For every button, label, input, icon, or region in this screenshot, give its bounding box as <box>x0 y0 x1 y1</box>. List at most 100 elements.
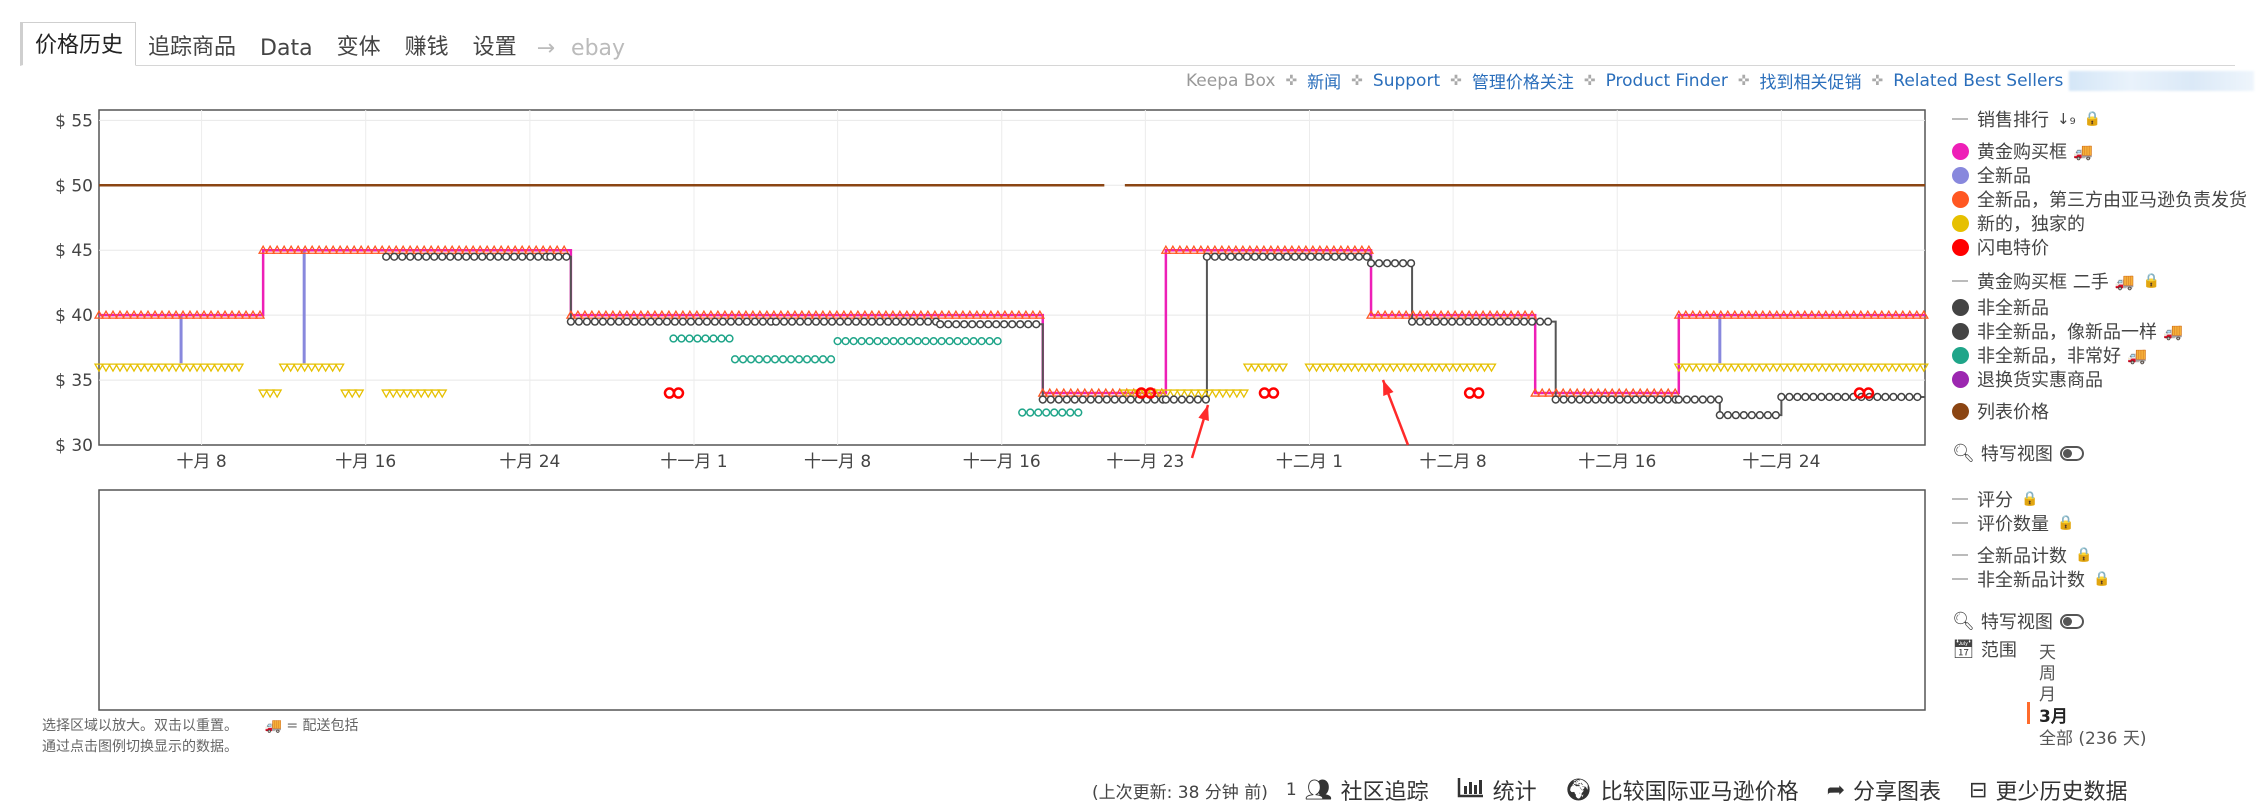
legend-sales-rank[interactable]: 销售排行 ↓₉ 🔒 <box>1952 106 2101 132</box>
community-tracking-button[interactable]: 👥︎ 社区追踪 <box>1305 774 1429 806</box>
circle-marker <box>590 317 600 326</box>
circle-marker <box>803 317 813 326</box>
circle-marker <box>1431 317 1441 326</box>
legend-label: 非全新品 <box>1977 298 2049 319</box>
used-markers <box>771 317 941 326</box>
circle-marker <box>1169 395 1179 404</box>
truck-icon: 🚚 <box>2163 321 2183 341</box>
community-count: 1 <box>1285 780 1297 800</box>
circle-marker <box>1354 252 1364 261</box>
circle-marker <box>598 317 608 326</box>
circle-marker <box>1094 395 1103 404</box>
circle-marker <box>406 252 415 261</box>
circle-marker <box>1714 395 1723 404</box>
circle-marker <box>622 317 632 326</box>
circle-marker <box>1706 395 1715 404</box>
legend-warehouse-deals[interactable]: 退换货实惠商品 <box>1952 366 2103 392</box>
circle-marker <box>1282 252 1292 261</box>
range-all[interactable]: 全部 (236 天) <box>2039 724 2147 749</box>
circle-marker <box>414 252 423 261</box>
legend-used-very-good[interactable]: 非全新品，非常好 🚚 <box>1952 342 2147 368</box>
lock-icon: 🔒 <box>2083 111 2102 127</box>
legend-used-offer-count[interactable]: 非全新品计数 🔒 <box>1952 566 2110 592</box>
circle-marker <box>1607 395 1616 404</box>
legend-new-exclusive[interactable]: 新的，独家的 <box>1952 210 2085 236</box>
circle-marker <box>758 317 768 326</box>
circle-marker <box>546 252 555 261</box>
compare-international-button[interactable]: 🌍︎ 比较国际亚马逊价格 <box>1565 774 1799 806</box>
circle-marker <box>1016 320 1025 329</box>
circle-marker <box>1407 317 1417 326</box>
circle-marker <box>913 336 922 346</box>
circle-marker <box>478 252 487 261</box>
circle-marker <box>1777 392 1786 402</box>
tab-price-history[interactable]: 价格历史 <box>20 22 137 66</box>
circle-marker <box>1026 408 1035 417</box>
circle-marker <box>952 320 961 329</box>
circle-marker <box>718 317 728 326</box>
share-chart-button[interactable]: ➦ 分享图表 <box>1827 774 1941 806</box>
circle-marker <box>1897 392 1906 402</box>
x-tick-label: 十二月 8 <box>1419 452 1486 472</box>
circle-marker <box>1583 395 1592 404</box>
lock-icon: 🔒 <box>2057 515 2075 531</box>
close-up-view-toggle-2[interactable]: 🔍︎ 特写视图 <box>1952 608 2084 634</box>
circle-marker <box>1058 408 1067 417</box>
legend-new-offer-count[interactable]: 全新品计数 🔒 <box>1952 542 2092 568</box>
less-history-button[interactable]: ⊟ 更少历史数据 <box>1969 774 2127 806</box>
legend-label: 非全新品计数 <box>1977 570 2085 591</box>
circle-marker <box>1423 317 1433 326</box>
color-dot <box>1952 346 1969 364</box>
legend-new[interactable]: 全新品 <box>1952 162 2031 188</box>
circle-marker <box>734 317 744 326</box>
legend-lightning-deal[interactable]: 闪电特价 <box>1952 234 2049 260</box>
circle-marker <box>738 355 748 364</box>
x-tick-label: 十一月 23 <box>1106 452 1184 472</box>
used-very-good-markers <box>833 336 1002 346</box>
color-dot <box>1952 238 1969 256</box>
circle-marker <box>969 336 978 346</box>
legend-review-count[interactable]: 评价数量 🔒 <box>1952 510 2074 536</box>
circle-marker <box>851 317 861 326</box>
button-label: 更少历史数据 <box>1995 780 2128 805</box>
circle-marker <box>730 355 740 364</box>
circle-marker <box>534 252 543 261</box>
legend-list-price[interactable]: 列表价格 <box>1952 398 2049 424</box>
circle-marker <box>686 317 696 326</box>
circle-marker <box>779 317 789 326</box>
statistics-button[interactable]: 统计 <box>1457 774 1537 806</box>
circle-marker <box>606 317 616 326</box>
circle-marker <box>873 336 882 346</box>
circle-marker <box>1639 395 1648 404</box>
x-tick-label: 十一月 1 <box>660 452 727 472</box>
circle-marker <box>726 317 736 326</box>
circle-marker <box>778 355 788 364</box>
circle-marker <box>1873 392 1882 402</box>
legend-used-like-new[interactable]: 非全新品，像新品一样 🚚 <box>1952 318 2183 344</box>
legend-used[interactable]: 非全新品 <box>1952 294 2049 320</box>
circle-marker <box>1623 395 1632 404</box>
close-up-view-toggle[interactable]: 🔍︎ 特写视图 <box>1952 440 2084 466</box>
circle-marker <box>1463 317 1473 326</box>
legend-buy-box-used[interactable]: 黄金购买框 二手 🚚 🔒 <box>1952 268 2160 294</box>
circle-marker <box>993 336 1002 346</box>
magnifier-icon: 🔍︎ <box>1952 442 1975 464</box>
circle-marker <box>742 317 752 326</box>
circle-marker <box>446 252 455 261</box>
legend-label: 特写视图 <box>1980 444 2053 465</box>
circle-marker <box>582 317 592 326</box>
circle-marker <box>1202 252 1212 261</box>
used-markers <box>546 252 571 261</box>
circle-marker <box>1817 392 1826 402</box>
price-history-chart[interactable]: $ 30 $ 35 $ 40 $ 45 $ 50 $ 55 十月 8 十月 16 十月 24 十一… <box>0 0 1940 480</box>
circle-marker <box>701 334 710 343</box>
legend-buy-box[interactable]: 黄金购买框 🚚 <box>1952 138 2093 164</box>
truck-icon: 🚚 <box>2073 141 2093 161</box>
circle-marker <box>881 336 890 346</box>
circle-marker <box>1234 252 1244 261</box>
circle-marker <box>833 336 842 346</box>
legend-new-fba[interactable]: 全新品，第三方由亚马逊负责发货 <box>1952 186 2247 212</box>
lock-icon: 🔒 <box>2142 273 2161 289</box>
legend-rating[interactable]: 评分 🔒 <box>1952 486 2038 512</box>
toggle-icon <box>2059 445 2084 461</box>
